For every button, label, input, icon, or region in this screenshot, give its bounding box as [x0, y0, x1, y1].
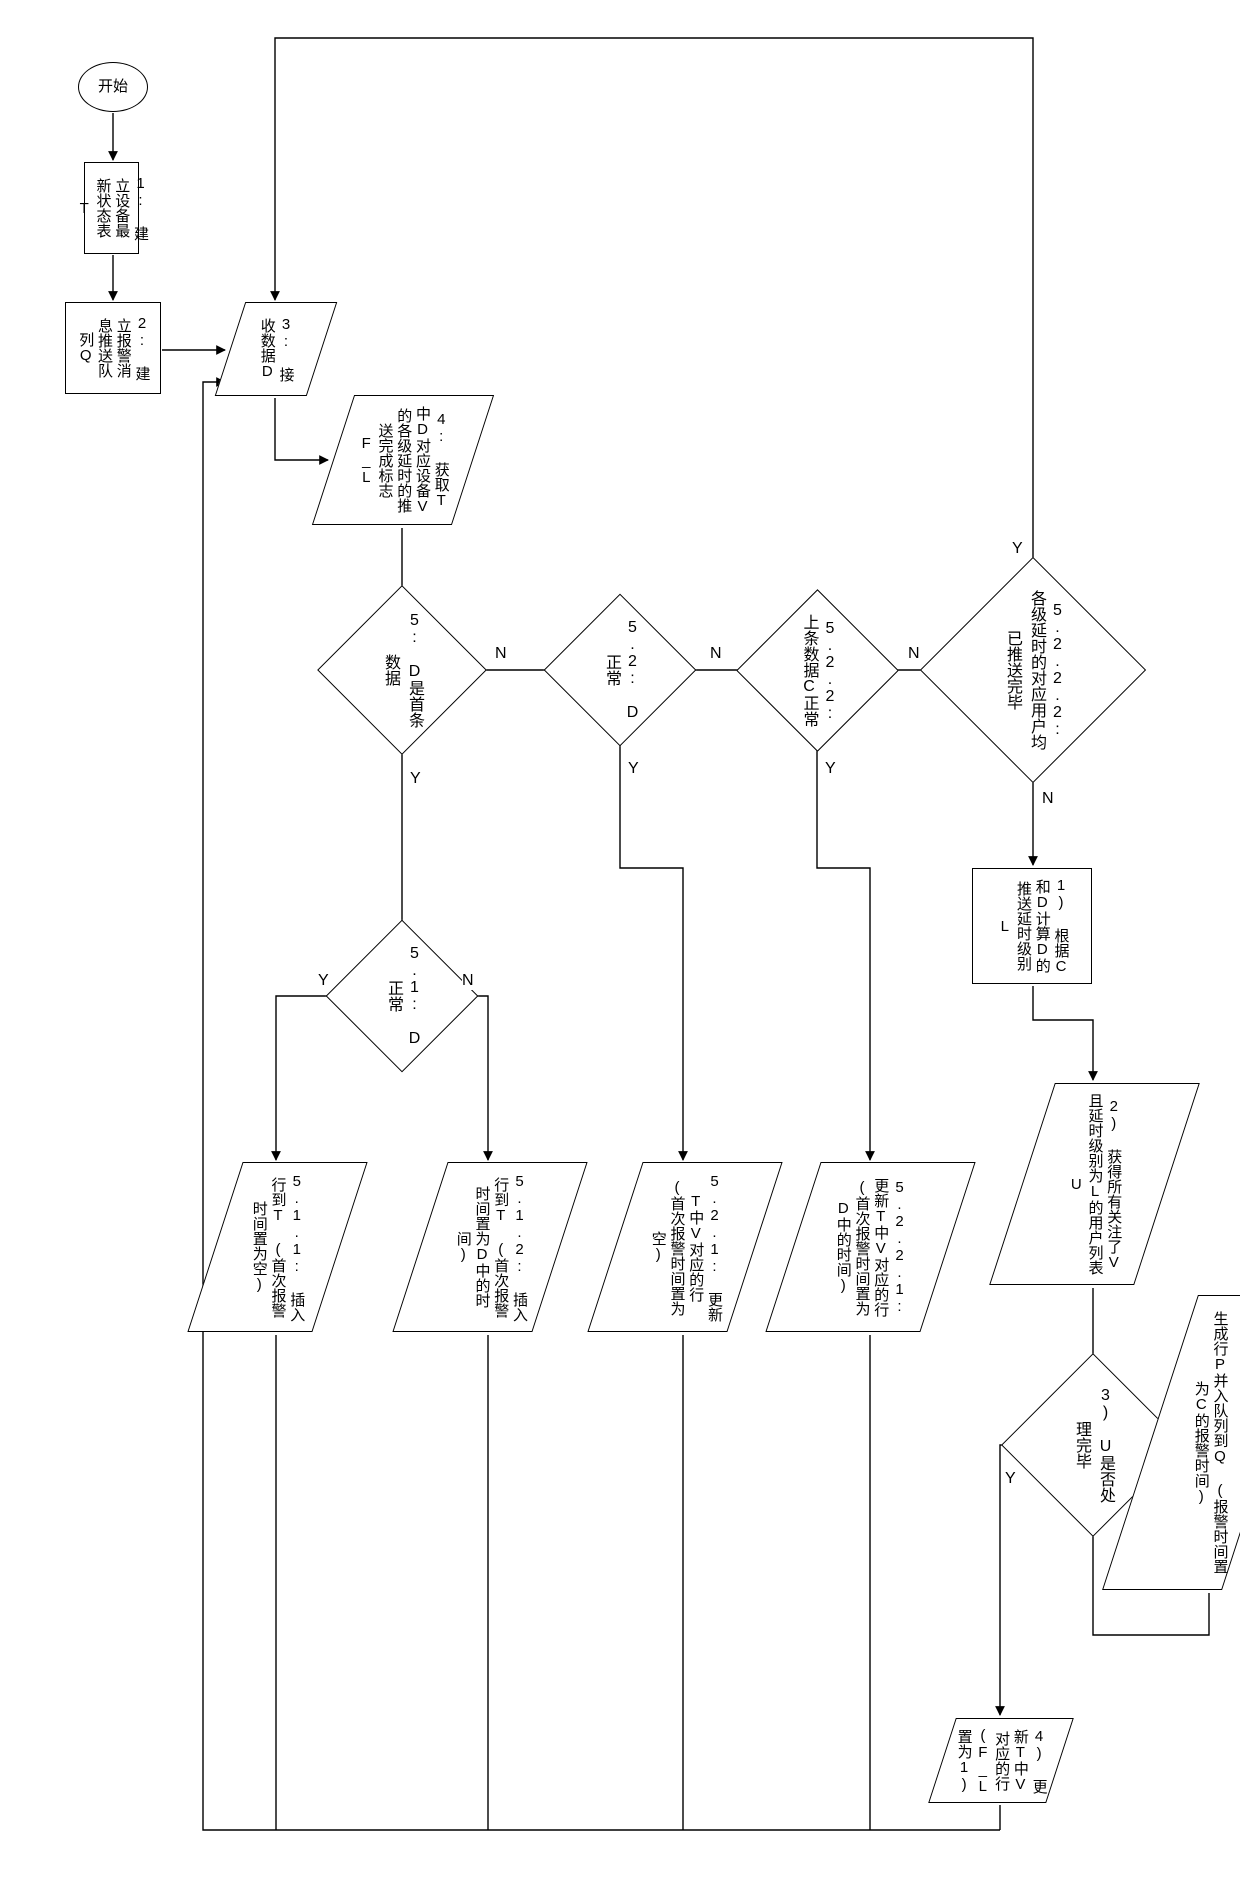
edge-5222-n: N	[1042, 790, 1054, 808]
decision-5-2-2-2-label: 5.2.2.2: 各级延时的对应用户均已推送完毕	[1000, 590, 1066, 750]
step-3: 3: 接收数据D	[215, 302, 338, 396]
step-5-2-2-1: 5.2.2.1: 更新T中V对应的行 (首次报警时间置为D中的时间)	[765, 1162, 975, 1332]
decision-5-label: 5: D是首条数据	[378, 610, 426, 730]
step-2: 2: 建立报警消息推送队列Q	[65, 302, 161, 394]
step-5-1-2-label: 5.1.2: 插入行到T (首次报警时间置为D中的时间)	[453, 1171, 528, 1323]
decision-5: 5: D是首条数据	[342, 610, 462, 730]
step-5-2-1: 5.2.1: 更新T中V对应的行 (首次报警时间置为空)	[587, 1162, 782, 1332]
step-2-label: 2: 建立报警消息推送队列Q	[76, 311, 151, 385]
start-terminator: 开始	[78, 62, 148, 112]
substep-4-label: 4) 更新T中V对应的行 (F_L置为1)	[954, 1727, 1048, 1795]
substep-1-label: 1) 根据C和D计算D的推送延时级别L	[995, 877, 1070, 975]
decision-5-1-label: 5.1: D正常	[381, 942, 423, 1050]
step-5-2-2-1-label: 5.2.2.1: 更新T中V对应的行 (首次报警时间置为D中的时间)	[833, 1171, 908, 1323]
decision-5-2-2: 5.2.2: 上条数据C正常	[760, 613, 875, 728]
edge-5-y: Y	[410, 770, 421, 788]
step-1-label: 1: 建立设备最新状态表T	[74, 171, 149, 245]
edge-5-n: N	[495, 645, 507, 663]
substep-enqueue-label: 生成行P并入队列到Q (报警时间置为C的报警时间)	[1191, 1304, 1229, 1581]
step-3-label: 3: 接收数据D	[257, 311, 295, 387]
decision-5-2-2-2: 5.2.2.2: 各级延时的对应用户均已推送完毕	[953, 590, 1113, 750]
decision-5-2-2-label: 5.2.2: 上条数据C正常	[797, 613, 839, 728]
substep-1-calc-level: 1) 根据C和D计算D的推送延时级别L	[972, 868, 1092, 984]
decision-5-2-label: 5.2: D正常	[599, 616, 641, 724]
decision-5-2: 5.2: D正常	[566, 616, 674, 724]
edge-52-y: Y	[628, 760, 639, 778]
edge-522-n: N	[908, 645, 920, 663]
edge-522-y: Y	[825, 760, 836, 778]
edge-users-y: Y	[1005, 1470, 1016, 1488]
start-label: 开始	[98, 78, 128, 97]
decision-5-1: 5.1: D正常	[348, 942, 456, 1050]
step-5-1-1-label: 5.1.1: 插入行到T (首次报警时间置为空)	[249, 1171, 305, 1323]
edge-51-y: Y	[318, 972, 329, 990]
edge-5222-y: Y	[1012, 540, 1023, 558]
substep-4-update-flag: 4) 更新T中V对应的行 (F_L置为1)	[928, 1718, 1074, 1803]
edge-51-n: N	[462, 972, 474, 990]
step-5-1-2: 5.1.2: 插入行到T (首次报警时间置为D中的时间)	[392, 1162, 587, 1332]
step-1: 1: 建立设备最新状态表T	[84, 162, 139, 254]
step-4-label: 4: 获取T中D对应设备V的各级延时的推送完成标志F_L	[356, 404, 450, 516]
decision-users-label: 3) U是否处理完毕	[1069, 1380, 1117, 1510]
substep-2-user-list: 2) 获得所有关注了V且延时级别为L的用户列表U	[989, 1083, 1200, 1285]
step-5-2-1-label: 5.2.1: 更新T中V对应的行 (首次报警时间置为空)	[648, 1171, 723, 1323]
edge-52-n: N	[710, 645, 722, 663]
step-5-1-1: 5.1.1: 插入行到T (首次报警时间置为空)	[187, 1162, 367, 1332]
step-4: 4: 获取T中D对应设备V的各级延时的推送完成标志F_L	[312, 395, 494, 525]
substep-2-label: 2) 获得所有关注了V且延时级别为L的用户列表U	[1066, 1092, 1122, 1276]
